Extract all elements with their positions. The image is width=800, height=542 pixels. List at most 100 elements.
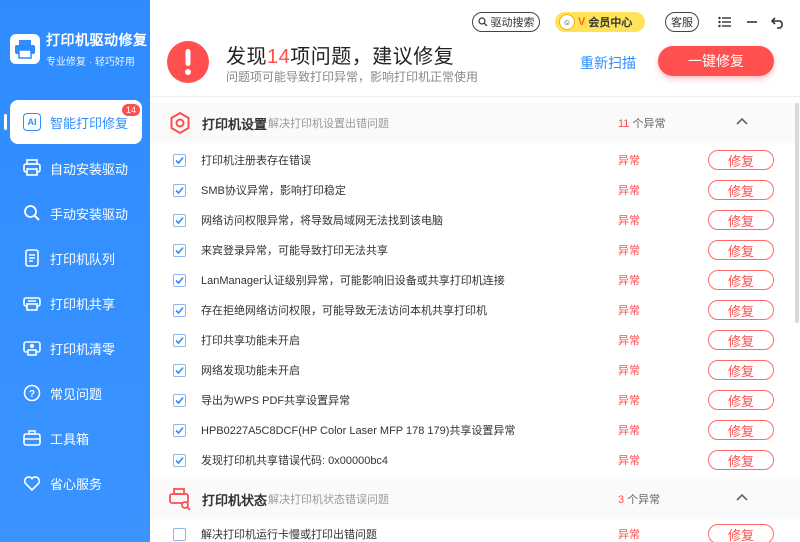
issue-row: HPB0227A5C8DCF(HP Color Laser MFP 178 17… (150, 415, 800, 445)
sidebar-item-manual-install[interactable]: 手动安装驱动 (0, 191, 150, 235)
scan-result-subtitle: 问题项可能导致打印异常，影响打印机正常使用 (226, 70, 479, 84)
chevron-up-icon[interactable] (734, 489, 750, 505)
check-icon (175, 156, 184, 164)
sidebar-item-label: 打印机清零 (50, 341, 116, 357)
sidebar-item-label: 工具箱 (50, 431, 90, 447)
issue-text: 打印共享功能未开启 (201, 335, 300, 347)
back-icon[interactable] (770, 14, 786, 30)
issue-text: 存在拒绝网络访问权限，可能导致无法访问本机共享打印机 (201, 305, 487, 317)
printer-logo-icon (10, 34, 40, 64)
issue-list: 打印机设置 解决打印机设置出错问题 11 个异常 打印机注册表存在错误 异常 修复 S… (150, 103, 800, 542)
sidebar-item-printer-share[interactable]: 打印机共享 (0, 281, 150, 325)
sidebar-item-smart-repair[interactable]: AI 智能打印修复 14 (4, 100, 142, 144)
repair-button[interactable]: 修复 (708, 240, 774, 260)
issue-text: 解决打印机运行卡慢或打印出错问题 (201, 529, 377, 541)
issue-checkbox[interactable] (173, 393, 186, 407)
menu-icon[interactable] (717, 14, 733, 30)
ai-icon: AI (22, 112, 42, 132)
repair-button[interactable]: 修复 (708, 390, 774, 410)
driver-search-button[interactable]: 驱动搜索 (472, 12, 540, 32)
issue-checkbox[interactable] (173, 527, 186, 541)
issue-status: 异常 (618, 215, 640, 227)
gear-icon (168, 111, 192, 135)
section-desc: 解决打印机状态错误问题 (268, 494, 389, 506)
vip-center-button[interactable]: ☺ V 会员中心 (555, 12, 645, 32)
issue-checkbox[interactable] (173, 423, 186, 437)
repair-button[interactable]: 修复 (708, 450, 774, 470)
app-subtitle: 专业修复 · 轻巧好用 (46, 57, 135, 68)
issue-checkbox[interactable] (173, 153, 186, 167)
fix-all-button[interactable]: 一键修复 (658, 46, 774, 76)
repair-button[interactable]: 修复 (708, 210, 774, 230)
issue-status: 异常 (618, 529, 640, 541)
brand: 打印机驱动修复 专业修复 · 轻巧好用 (10, 30, 148, 68)
repair-button[interactable]: 修复 (708, 180, 774, 200)
sidebar-item-faq[interactable]: ? 常见问题 (0, 371, 150, 415)
issue-checkbox[interactable] (173, 273, 186, 287)
section-header-printer-status: 打印机状态 解决打印机状态错误问题 3 个异常 (150, 479, 800, 519)
vip-center-label: 会员中心 (588, 17, 633, 29)
scan-result-title: 发现14项问题，建议修复 (226, 46, 455, 68)
issue-row: 发现打印机共享错误代码: 0x00000bc4 异常 修复 (150, 445, 800, 475)
heart-icon (22, 473, 42, 493)
issue-row: 存在拒绝网络访问权限，可能导致无法访问本机共享打印机 异常 修复 (150, 295, 800, 325)
issue-checkbox[interactable] (173, 243, 186, 257)
minimize-icon[interactable] (744, 14, 760, 30)
chevron-up-icon[interactable] (734, 113, 750, 129)
issue-checkbox[interactable] (173, 303, 186, 317)
check-icon (175, 336, 184, 344)
issue-row: 网络访问权限异常，将导致局域网无法找到该电脑 异常 修复 (150, 205, 800, 235)
scrollbar[interactable] (795, 103, 799, 323)
sidebar-nav: AI 智能打印修复 14 自动安装驱动 手动安装驱动 打印机队列 打印机共享 打… (0, 100, 150, 506)
check-icon (175, 186, 184, 194)
sidebar-item-printer-reset[interactable]: 打印机清零 (0, 326, 150, 370)
warning-icon (166, 40, 210, 84)
repair-button[interactable]: 修复 (708, 330, 774, 350)
share-printer-icon (22, 293, 42, 313)
divider (150, 96, 800, 97)
issue-status: 异常 (618, 185, 640, 197)
sidebar-item-toolbox[interactable]: 工具箱 (0, 416, 150, 460)
issue-status: 异常 (618, 455, 640, 467)
repair-button[interactable]: 修复 (708, 300, 774, 320)
rescan-link[interactable]: 重新扫描 (580, 53, 636, 73)
customer-service-label: 客服 (671, 17, 693, 29)
sidebar-item-auto-install[interactable]: 自动安装驱动 (0, 146, 150, 190)
repair-button[interactable]: 修复 (708, 524, 774, 542)
issue-text: HPB0227A5C8DCF(HP Color Laser MFP 178 17… (201, 425, 516, 437)
issue-text: LanManager认证级别异常，可能影响旧设备或共享打印机连接 (201, 275, 505, 287)
repair-button[interactable]: 修复 (708, 360, 774, 380)
issue-text: 网络发现功能未开启 (201, 365, 300, 377)
sidebar: 打印机驱动修复 专业修复 · 轻巧好用 AI 智能打印修复 14 自动安装驱动 (0, 0, 150, 542)
issue-checkbox[interactable] (173, 183, 186, 197)
sidebar-item-printer-queue[interactable]: 打印机队列 (0, 236, 150, 280)
search-icon (22, 203, 42, 223)
check-icon (175, 456, 184, 464)
issue-text: SMB协议异常，影响打印稳定 (201, 185, 346, 197)
section-count: 11 个异常 (618, 118, 666, 130)
issue-checkbox[interactable] (173, 363, 186, 377)
issue-count-badge: 14 (121, 104, 140, 116)
repair-button[interactable]: 修复 (708, 270, 774, 290)
section-rows: 打印机注册表存在错误 异常 修复 SMB协议异常，影响打印稳定 异常 修复 网络访问权限异常… (150, 145, 800, 475)
issue-row: 导出为WPS PDF共享设置异常 异常 修复 (150, 385, 800, 415)
repair-button[interactable]: 修复 (708, 420, 774, 440)
issue-row: 打印共享功能未开启 异常 修复 (150, 325, 800, 355)
check-icon (175, 396, 184, 404)
question-icon: ? (22, 383, 42, 403)
printer-search-icon (168, 487, 192, 511)
issue-status: 异常 (618, 335, 640, 347)
issue-checkbox[interactable] (173, 453, 186, 467)
sidebar-item-label: 常见问题 (50, 386, 103, 402)
customer-service-button[interactable]: 客服 (665, 12, 699, 32)
repair-button[interactable]: 修复 (708, 150, 774, 170)
issue-text: 发现打印机共享错误代码: 0x00000bc4 (201, 455, 389, 467)
issue-checkbox[interactable] (173, 213, 186, 227)
issue-checkbox[interactable] (173, 333, 186, 347)
issue-status: 异常 (618, 245, 640, 257)
issue-row: 来宾登录异常，可能导致打印无法共享 异常 修复 (150, 235, 800, 265)
sidebar-item-care-service[interactable]: 省心服务 (0, 461, 150, 505)
issue-row: 解决打印机运行卡慢或打印出错问题 异常 修复 (150, 519, 800, 542)
app-title: 打印机驱动修复 (46, 32, 148, 48)
svg-text:?: ? (29, 389, 35, 400)
